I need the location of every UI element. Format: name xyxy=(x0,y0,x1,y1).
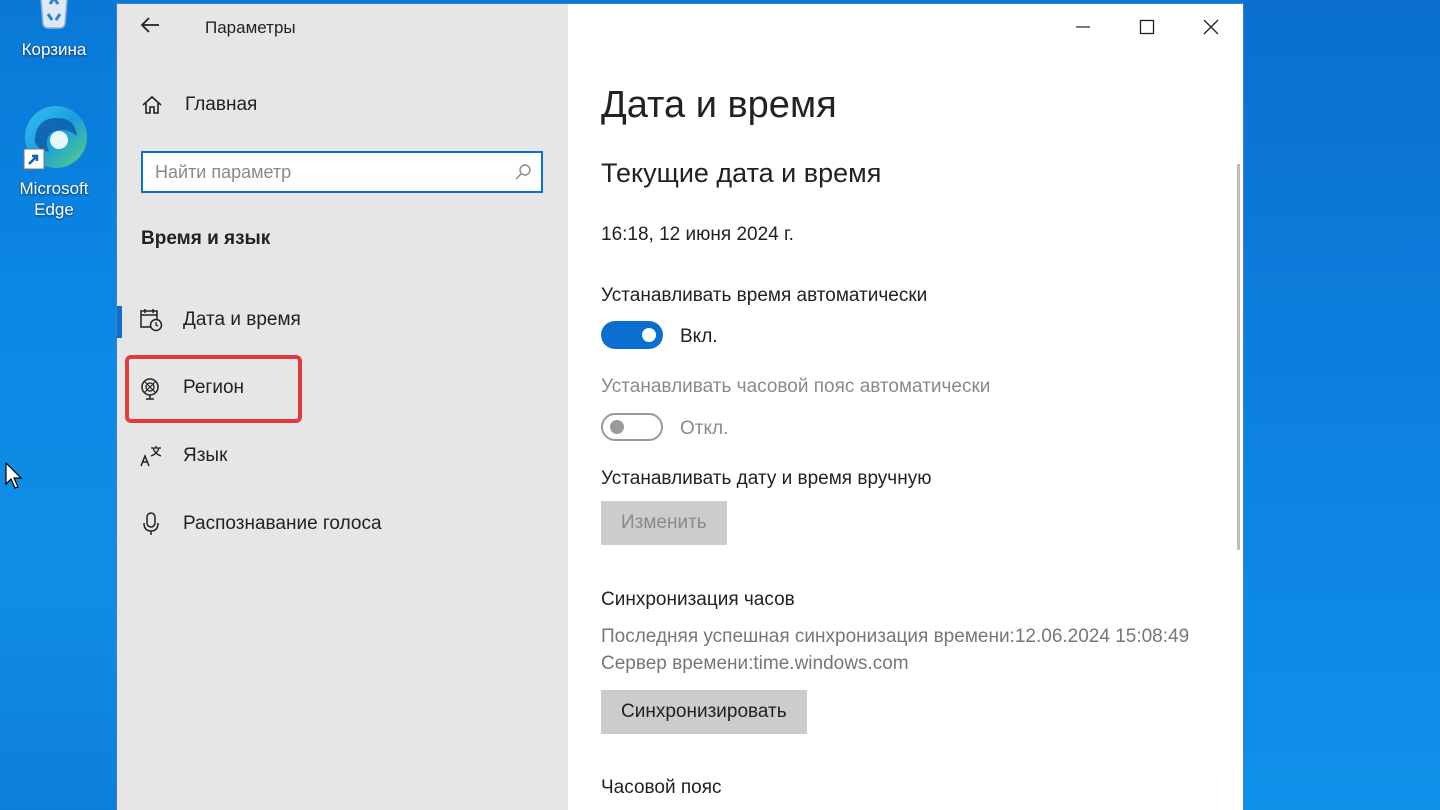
desktop-background xyxy=(1243,0,1440,810)
auto-time-label: Устанавливать время автоматически xyxy=(601,285,928,306)
minimize-button[interactable] xyxy=(1051,4,1115,50)
auto-timezone-toggle[interactable] xyxy=(601,413,663,441)
recycle-bin-icon xyxy=(6,0,102,35)
auto-timezone-state: Откл. xyxy=(680,418,729,439)
section-title-current: Текущие дата и время xyxy=(601,158,882,188)
back-button[interactable] xyxy=(139,14,165,40)
content-pane: Дата и время Текущие дата и время 16:18,… xyxy=(568,4,1243,810)
current-datetime: 16:18, 12 июня 2024 г. xyxy=(601,224,794,245)
close-button[interactable] xyxy=(1179,4,1243,50)
mouse-cursor-icon xyxy=(5,461,23,495)
auto-timezone-label: Устанавливать часовой пояс автоматически xyxy=(601,376,991,397)
timezone-title: Часовой пояс xyxy=(601,777,722,798)
desktop-icon-label: Корзина xyxy=(21,40,87,59)
desktop-icon-edge[interactable]: Microsoft Edge xyxy=(6,104,102,220)
time-server-text: Сервер времени:time.windows.com xyxy=(601,653,909,674)
home-label: Главная xyxy=(185,94,258,115)
close-icon xyxy=(1203,19,1219,35)
sync-button[interactable]: Синхронизировать xyxy=(601,690,807,734)
sidebar-section-title: Время и язык xyxy=(141,228,271,249)
last-sync-text: Последняя успешная синхронизация времени… xyxy=(601,626,1190,647)
region-highlight-box xyxy=(125,355,302,423)
back-arrow-icon xyxy=(140,17,159,33)
desktop-icon-label: Microsoft Edge xyxy=(19,179,89,219)
scrollbar[interactable] xyxy=(1237,164,1240,550)
sidebar-item-label: Распознавание голоса xyxy=(183,513,382,534)
sidebar-item-language[interactable]: Язык xyxy=(117,426,568,486)
maximize-icon xyxy=(1139,19,1155,35)
language-icon xyxy=(139,444,163,468)
sidebar-item-label: Язык xyxy=(183,445,228,466)
maximize-button[interactable] xyxy=(1115,4,1179,50)
home-link[interactable]: Главная xyxy=(141,94,257,116)
home-icon xyxy=(142,95,162,114)
search-input[interactable] xyxy=(143,154,505,190)
search-icon[interactable] xyxy=(505,163,541,181)
microphone-icon xyxy=(139,512,163,536)
auto-time-toggle[interactable] xyxy=(601,321,663,349)
manual-time-label: Устанавливать дату и время вручную xyxy=(601,468,932,489)
settings-window: Параметры Главная Время и язык xyxy=(117,4,1243,810)
change-button[interactable]: Изменить xyxy=(601,501,727,545)
search-box[interactable] xyxy=(141,151,543,193)
window-controls xyxy=(1051,4,1243,50)
minimize-icon xyxy=(1076,26,1090,28)
calendar-clock-icon xyxy=(139,308,163,332)
sync-title: Синхронизация часов xyxy=(601,589,795,610)
sidebar-item-label: Дата и время xyxy=(183,309,301,330)
page-title: Дата и время xyxy=(601,84,837,126)
edge-icon xyxy=(19,104,89,174)
auto-time-state: Вкл. xyxy=(680,326,718,347)
sidebar: Параметры Главная Время и язык xyxy=(117,4,568,810)
desktop-icon-recycle-bin[interactable]: Корзина xyxy=(6,0,102,60)
window-title: Параметры xyxy=(205,18,296,37)
sidebar-item-date-time[interactable]: Дата и время xyxy=(117,290,568,350)
sidebar-item-speech[interactable]: Распознавание голоса xyxy=(117,494,568,554)
